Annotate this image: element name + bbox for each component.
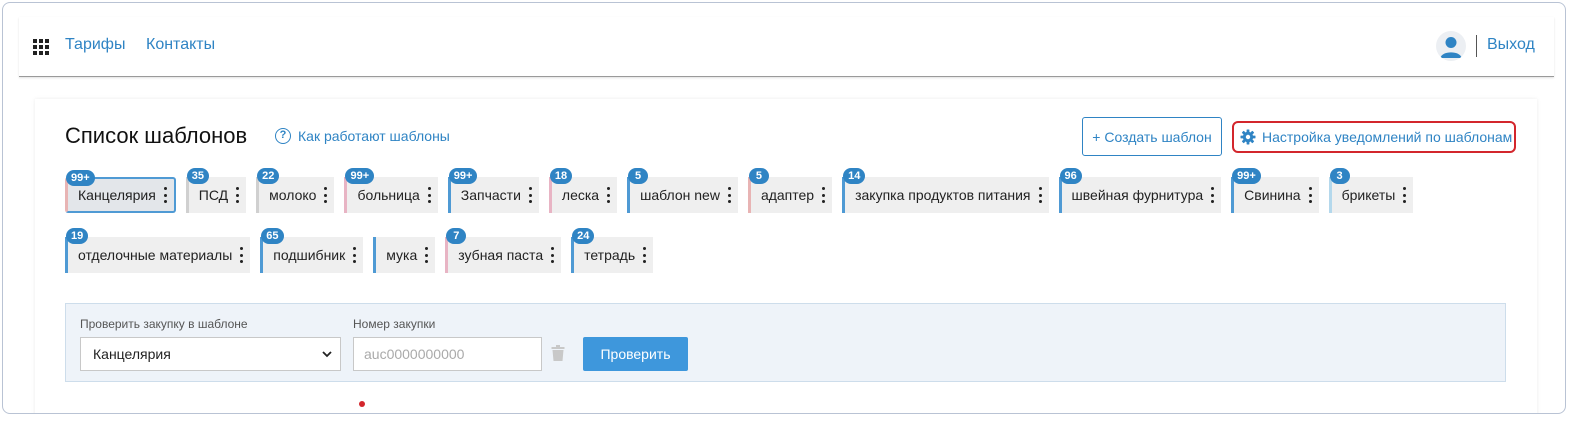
nav-divider xyxy=(1476,35,1477,57)
purchase-number-label: Номер закупки xyxy=(353,317,436,331)
check-button[interactable]: Проверить xyxy=(583,337,688,371)
template-tag-label: брикеты xyxy=(1341,187,1396,203)
kebab-menu-icon[interactable] xyxy=(240,247,244,263)
template-tag[interactable]: 18 леска xyxy=(548,168,618,213)
template-tag[interactable]: 65 подшибник xyxy=(260,228,364,273)
chevron-down-icon xyxy=(322,351,332,358)
user-avatar-icon[interactable] xyxy=(1436,31,1466,61)
nav-link-contacts[interactable]: Контакты xyxy=(146,36,215,54)
template-tag-label: ПСД xyxy=(198,187,229,203)
template-tag[interactable]: 24 тетрадь xyxy=(571,228,654,273)
kebab-menu-icon[interactable] xyxy=(528,187,533,203)
template-tag[interactable]: 35 ПСД xyxy=(185,168,247,213)
question-icon[interactable]: ? xyxy=(275,128,291,144)
apps-grid-icon[interactable] xyxy=(33,39,49,55)
nav-link-tarify[interactable]: Тарифы xyxy=(65,36,125,54)
template-tag-label: отделочные материалы xyxy=(78,247,233,263)
count-badge: 14 xyxy=(843,168,866,184)
kebab-menu-icon[interactable] xyxy=(236,187,240,203)
top-nav: Тарифы Контакты Выход xyxy=(19,17,1554,77)
kebab-menu-icon[interactable] xyxy=(643,247,647,263)
kebab-menu-icon[interactable] xyxy=(353,247,357,263)
count-badge: 96 xyxy=(1059,168,1082,184)
template-tag-label: мука xyxy=(386,247,418,263)
kebab-menu-icon[interactable] xyxy=(1038,187,1043,203)
template-tag[interactable]: мука xyxy=(373,237,436,273)
count-badge: 19 xyxy=(66,228,89,244)
count-badge: 5 xyxy=(748,168,769,184)
template-tag[interactable]: 99+ Канцелярия xyxy=(65,170,176,213)
trash-icon[interactable] xyxy=(551,345,565,361)
template-tag-label: Канцелярия xyxy=(78,187,156,203)
template-tag-label: тетрадь xyxy=(584,247,636,263)
template-tag[interactable]: 19 отделочные материалы xyxy=(65,228,251,273)
templates-card: Список шаблонов ? Как работают шаблоны +… xyxy=(35,99,1537,413)
template-tag[interactable]: 99+ Свинина xyxy=(1231,168,1319,213)
template-tag[interactable]: 22 молоко xyxy=(256,168,335,213)
template-tag[interactable]: 99+ больница xyxy=(344,168,438,213)
template-tag-label: молоко xyxy=(269,187,317,203)
notification-settings-label: Настройка уведомлений по шаблонам xyxy=(1262,129,1513,145)
template-tag[interactable]: 99+ Запчасти xyxy=(447,168,539,213)
count-badge: 3 xyxy=(1329,168,1350,184)
how-templates-work-link[interactable]: Как работают шаблоны xyxy=(298,128,450,144)
create-template-button[interactable]: + Создать шаблон xyxy=(1082,117,1222,156)
count-badge: 35 xyxy=(186,168,210,184)
template-tag[interactable]: 7 зубная паста xyxy=(445,228,562,273)
template-tag-label: больница xyxy=(357,187,420,203)
count-badge: 99+ xyxy=(345,168,375,184)
count-badge: 5 xyxy=(628,168,649,184)
indicator-dot xyxy=(359,401,365,407)
count-badge: 7 xyxy=(446,228,467,244)
kebab-menu-icon[interactable] xyxy=(425,247,429,263)
kebab-menu-icon[interactable] xyxy=(163,187,168,203)
count-badge: 99+ xyxy=(448,168,478,184)
template-tag-label: подшибник xyxy=(273,247,346,263)
kebab-menu-icon[interactable] xyxy=(1403,187,1407,203)
template-select[interactable]: Канцелярия xyxy=(80,337,341,371)
template-tag[interactable]: 14 закупка продуктов питания xyxy=(842,168,1049,213)
template-tag-label: Свинина xyxy=(1244,187,1301,203)
check-purchase-panel: Проверить закупку в шаблоне Номер закупк… xyxy=(65,303,1506,382)
notification-settings-link[interactable]: Настройка уведомлений по шаблонам xyxy=(1232,121,1516,153)
template-tags-row-1: 99+ Канцелярия 35 ПСД 22 молоко 99+ больница… xyxy=(65,168,1423,213)
kebab-menu-icon[interactable] xyxy=(324,187,328,203)
template-select-value: Канцелярия xyxy=(93,346,171,362)
kebab-menu-icon[interactable] xyxy=(1211,187,1215,203)
template-tag-label: швейная фурнитура xyxy=(1071,187,1204,203)
purchase-number-input[interactable] xyxy=(353,337,542,371)
template-tag-label: шаблон new xyxy=(640,187,720,203)
template-tag[interactable]: 5 адаптер xyxy=(747,168,833,213)
gear-icon xyxy=(1240,129,1256,145)
logout-link[interactable]: Выход xyxy=(1487,36,1535,54)
kebab-menu-icon[interactable] xyxy=(822,187,826,203)
count-badge: 22 xyxy=(257,168,280,184)
kebab-menu-icon[interactable] xyxy=(727,187,732,203)
template-tag-label: леска xyxy=(561,187,600,203)
template-tag[interactable]: 3 брикеты xyxy=(1328,168,1414,213)
count-badge: 65 xyxy=(261,228,284,244)
template-select-label: Проверить закупку в шаблоне xyxy=(80,317,248,331)
template-tag-label: зубная паста xyxy=(458,247,544,263)
count-badge: 18 xyxy=(549,168,573,184)
page-title: Список шаблонов xyxy=(65,123,248,148)
app-window: Тарифы Контакты Выход Список шаблонов ? … xyxy=(2,2,1566,414)
kebab-menu-icon[interactable] xyxy=(551,247,555,263)
template-tag[interactable]: 5 шаблон new xyxy=(627,168,738,213)
template-tag[interactable]: 96 швейная фурнитура xyxy=(1058,168,1222,213)
template-tags-row-2: 19 отделочные материалы 65 подшибник мука … xyxy=(65,228,663,273)
template-tag-label: Запчасти xyxy=(460,187,521,203)
kebab-menu-icon[interactable] xyxy=(427,187,432,203)
count-badge: 24 xyxy=(572,228,595,244)
kebab-menu-icon[interactable] xyxy=(607,187,611,203)
template-tag-label: адаптер xyxy=(760,187,815,203)
count-badge: 99+ xyxy=(66,170,95,186)
count-badge: 99+ xyxy=(1232,168,1261,184)
kebab-menu-icon[interactable] xyxy=(1308,187,1313,203)
template-tag-label: закупка продуктов питания xyxy=(855,187,1031,203)
